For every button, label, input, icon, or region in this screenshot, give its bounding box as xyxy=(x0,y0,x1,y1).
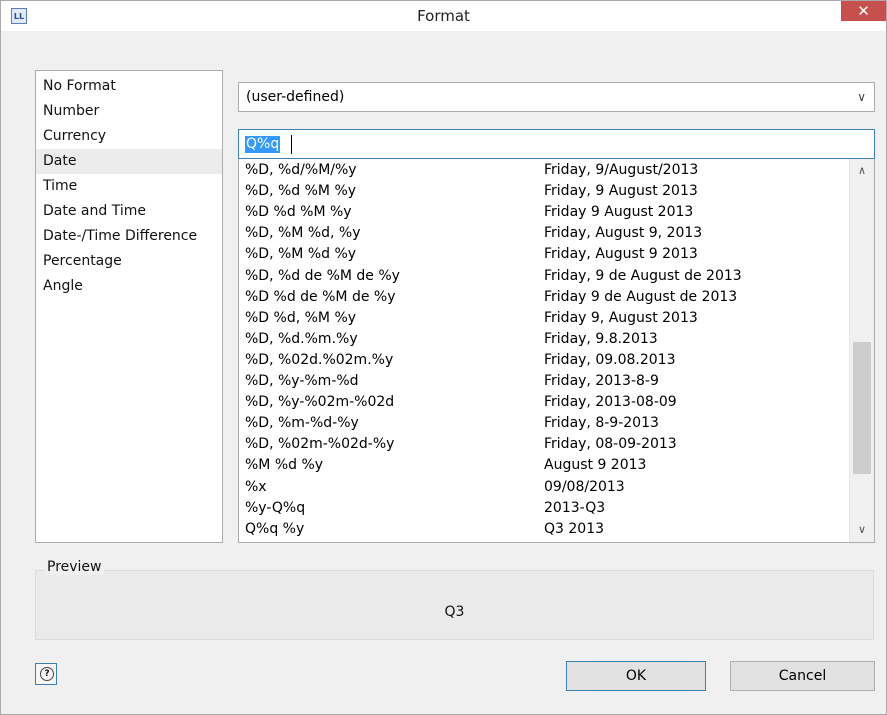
format-list-row[interactable]: %D, %d.%m.%y Friday, 9.8.2013 xyxy=(239,329,848,349)
format-pattern: %D %d, %M %y xyxy=(245,309,357,326)
format-pattern: %D, %y-%m-%d xyxy=(245,373,359,389)
format-string-input[interactable]: Q%q xyxy=(238,129,875,159)
format-example: Friday, 9 de August de 2013 xyxy=(544,267,742,284)
dialog-title: Format xyxy=(417,7,470,25)
scroll-thumb[interactable] xyxy=(853,342,871,475)
format-list-row[interactable]: %D, %M %d, %y Friday, August 9, 2013 xyxy=(239,223,848,243)
format-pattern: %D, %M %d, %y xyxy=(245,225,361,242)
format-list-row[interactable]: %D %d de %M de %y Friday 9 de August de 2… xyxy=(239,287,848,307)
vertical-scrollbar[interactable]: ∧ ∨ xyxy=(849,159,874,542)
preview-value: Q3 xyxy=(444,604,465,620)
format-pattern: %D %d de %M de %y xyxy=(245,288,396,305)
format-example: Friday, 9/August/2013 xyxy=(544,162,699,178)
format-example: Friday, 2013-8-9 xyxy=(544,373,659,389)
format-list-row[interactable]: %D, %d de %M de %y Friday, 9 de August de… xyxy=(239,266,848,286)
format-list-row[interactable]: %D, %M %d %y Friday, August 9 2013 xyxy=(239,244,848,264)
text-caret xyxy=(291,135,292,154)
format-pattern: %D, %y-%02m-%02d xyxy=(245,394,395,411)
format-category-list[interactable]: No Format Number Currency Date Time Date and … xyxy=(35,70,223,543)
format-list-row[interactable]: %M %d %y August 9 2013 xyxy=(239,455,848,475)
format-pattern: %D, %d %M %y xyxy=(245,183,357,200)
chevron-down-icon: ∨ xyxy=(857,90,866,104)
format-dialog: LL Format ✕ No Format Number Currency Date T… xyxy=(0,0,887,715)
format-list-row[interactable]: %D %d %M %y Friday 9 August 2013 xyxy=(239,202,848,222)
category-item[interactable]: Percentage xyxy=(36,249,222,274)
ok-button[interactable]: OK xyxy=(566,661,706,691)
format-example: Friday 9, August 2013 xyxy=(544,309,698,326)
format-pattern: %D %d %M %y xyxy=(245,204,352,221)
format-pattern: %D, %m-%d-%y xyxy=(245,415,359,432)
help-button[interactable]: ? xyxy=(35,663,57,685)
format-example: Friday, August 9, 2013 xyxy=(544,225,703,242)
title-bar: LL Format ✕ xyxy=(1,1,886,31)
format-preset-dropdown[interactable]: (user-defined) ∨ xyxy=(238,82,875,112)
format-example: August 9 2013 xyxy=(544,457,647,474)
help-icon: ? xyxy=(40,667,54,681)
format-example: 09/08/2013 xyxy=(544,478,625,495)
format-list-row[interactable]: %D, %d/%M/%y Friday, 9/August/2013 xyxy=(239,160,848,180)
format-example: Friday, 2013-08-09 xyxy=(544,394,677,411)
format-pattern: %D, %02m-%02d-%y xyxy=(245,436,395,453)
format-preset-value: (user-defined) xyxy=(246,89,345,105)
format-pattern: %D, %d/%M/%y xyxy=(245,162,357,178)
category-item[interactable]: Number xyxy=(36,99,222,124)
scroll-up-icon[interactable]: ∧ xyxy=(850,161,874,181)
format-example: Friday, 08-09-2013 xyxy=(544,436,677,453)
format-list-row[interactable]: Q%q %y Q3 2013 xyxy=(239,519,848,539)
close-icon: ✕ xyxy=(857,2,870,20)
format-pattern: %D, %d de %M de %y xyxy=(245,267,400,284)
format-example: Friday, 8-9-2013 xyxy=(544,415,659,432)
format-example: Friday 9 de August de 2013 xyxy=(544,288,738,305)
category-item[interactable]: Date and Time xyxy=(36,199,222,224)
format-list-row[interactable]: %D, %02d.%02m.%y Friday, 09.08.2013 xyxy=(239,350,848,370)
format-list-row[interactable]: %D %d, %M %y Friday 9, August 2013 xyxy=(239,308,848,328)
format-list-row[interactable]: %D, %y-%02m-%02d Friday, 2013-08-09 xyxy=(239,392,848,412)
format-example: Friday 9 August 2013 xyxy=(544,204,694,221)
format-example: 2013-Q3 xyxy=(544,499,606,516)
format-example: Friday, August 9 2013 xyxy=(544,246,698,263)
format-list-row[interactable]: %D, %m-%d-%y Friday, 8-9-2013 xyxy=(239,413,848,433)
format-pattern: %D, %M %d %y xyxy=(245,246,357,263)
category-item[interactable]: Date xyxy=(36,149,222,174)
scroll-down-icon[interactable]: ∨ xyxy=(850,520,874,540)
category-item[interactable]: Time xyxy=(36,174,222,199)
format-list-row[interactable]: %x 09/08/2013 xyxy=(239,477,848,497)
cancel-button[interactable]: Cancel xyxy=(730,661,875,691)
format-list-row[interactable]: %D, %d %M %y Friday, 9 August 2013 xyxy=(239,181,848,201)
close-button[interactable]: ✕ xyxy=(841,1,886,21)
format-string-value: Q%q xyxy=(245,136,281,153)
format-pattern: %D, %02d.%02m.%y xyxy=(245,351,394,368)
category-item[interactable]: No Format xyxy=(36,74,222,99)
date-format-list[interactable]: ∧ ∨ %D, %d/%M/%y Friday, 9/August/2013 %D,… xyxy=(238,159,875,543)
category-item[interactable]: Date-/Time Difference xyxy=(36,224,222,249)
format-example: Q3 2013 xyxy=(544,520,605,537)
format-pattern: %D, %d.%m.%y xyxy=(245,330,358,347)
format-pattern: %x xyxy=(245,478,267,495)
format-example: Friday, 9 August 2013 xyxy=(544,183,698,200)
category-item[interactable]: Angle xyxy=(36,274,222,299)
category-item[interactable]: Currency xyxy=(36,124,222,149)
format-example: Friday, 9.8.2013 xyxy=(544,330,658,347)
format-pattern: %y-Q%q xyxy=(245,499,306,516)
format-pattern: %M %d %y xyxy=(245,457,324,474)
format-example: Friday, 09.08.2013 xyxy=(544,351,676,368)
format-list-row[interactable]: %y-Q%q 2013-Q3 xyxy=(239,498,848,518)
format-list-row[interactable]: %D, %02m-%02d-%y Friday, 08-09-2013 xyxy=(239,434,848,454)
preview-label: Preview xyxy=(45,559,104,575)
format-list-row[interactable]: %D, %y-%m-%d Friday, 2013-8-9 xyxy=(239,371,848,391)
format-pattern: Q%q %y xyxy=(245,520,305,537)
